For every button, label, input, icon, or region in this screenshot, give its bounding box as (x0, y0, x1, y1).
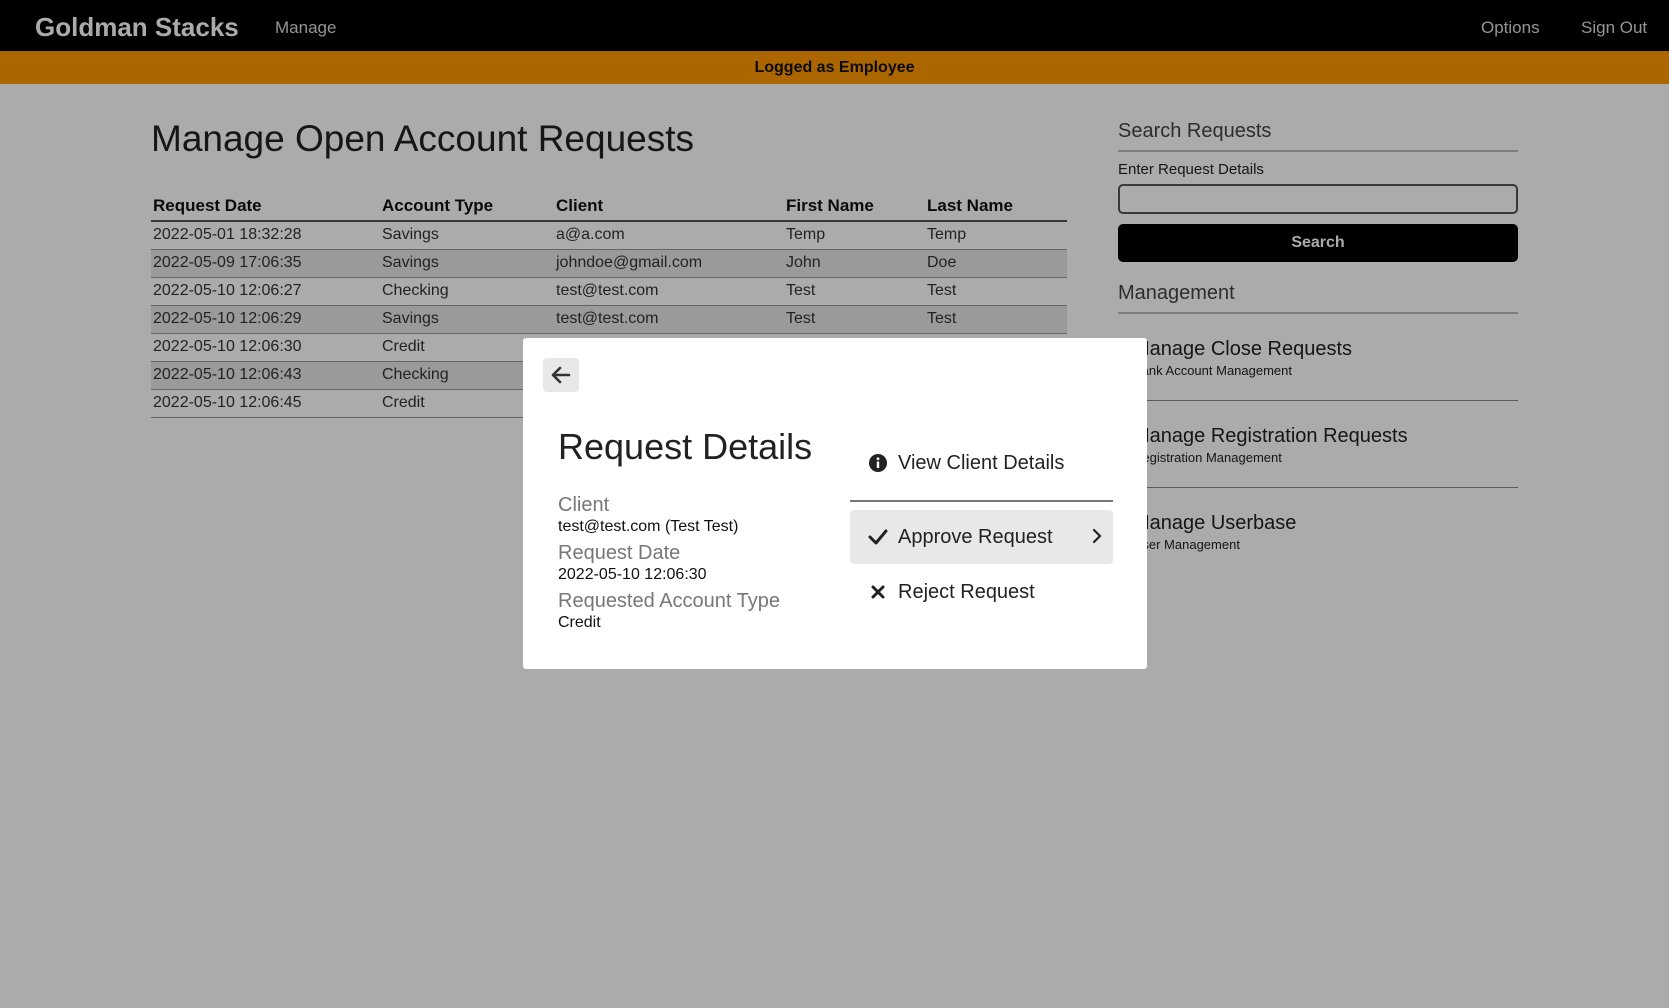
view-client-details-button[interactable]: View Client Details (850, 442, 1113, 484)
modal-title: Request Details (558, 426, 813, 467)
reject-request-button[interactable]: Reject Request (850, 569, 1113, 615)
client-value: test@test.com (Test Test) (558, 518, 739, 535)
info-icon (868, 453, 888, 473)
view-client-details-label: View Client Details (898, 451, 1065, 474)
divider (850, 500, 1113, 502)
account-type-value: Credit (558, 614, 601, 631)
close-icon (868, 582, 888, 602)
check-icon (868, 527, 888, 547)
back-button[interactable] (543, 358, 579, 392)
reject-request-label: Reject Request (898, 580, 1035, 603)
approve-request-button[interactable]: Approve Request (850, 510, 1113, 564)
approve-request-label: Approve Request (898, 525, 1053, 548)
client-label: Client (558, 494, 610, 516)
request-date-value: 2022-05-10 12:06:30 (558, 566, 707, 583)
chevron-right-icon (1091, 527, 1103, 551)
request-date-label: Request Date (558, 542, 681, 564)
request-details-modal: Request Details Client test@test.com (Te… (523, 338, 1147, 669)
arrow-left-icon (551, 366, 571, 384)
account-type-label: Requested Account Type (558, 590, 781, 612)
